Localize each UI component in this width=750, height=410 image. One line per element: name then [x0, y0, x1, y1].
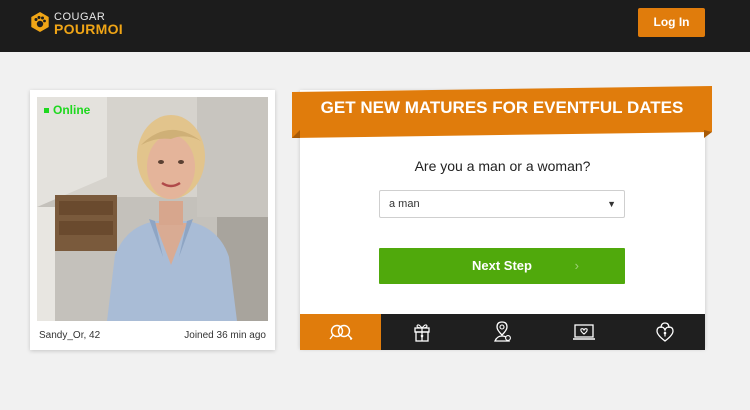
top-navigation-bar: COUGAR POURMOI Log In: [0, 0, 750, 52]
tab-couple[interactable]: [300, 314, 381, 350]
tab-heart-lock[interactable]: [624, 314, 705, 350]
online-status-label: Online: [53, 103, 91, 117]
tab-profile-location[interactable]: [462, 314, 543, 350]
chevron-right-icon: ›: [574, 258, 579, 273]
site-logo[interactable]: COUGAR POURMOI: [30, 10, 150, 40]
logo-text-bottom: POURMOI: [54, 21, 123, 37]
dropdown-caret-icon: ▼: [607, 199, 616, 209]
couple-icon: [328, 324, 352, 340]
profile-location-icon: [493, 321, 511, 342]
profile-joined: Joined 36 min ago: [184, 330, 266, 341]
banner-title: GET NEW MATURES FOR EVENTFUL DATES: [320, 98, 684, 117]
profile-card[interactable]: Online Sandy_Or, 42 Joined 36 min ago: [30, 90, 275, 350]
gender-question: Are you a man or a woman?: [414, 158, 591, 174]
next-step-label: Next Step: [472, 258, 532, 273]
login-button[interactable]: Log In: [638, 8, 705, 37]
heart-lock-icon: [655, 322, 674, 342]
next-step-button[interactable]: Next Step ›: [379, 248, 625, 284]
online-dot-icon: [44, 108, 49, 114]
paw-logo-icon: [31, 12, 49, 32]
profile-photo-image: [37, 97, 268, 321]
laptop-heart-icon: [572, 324, 595, 340]
gift-icon: [413, 324, 430, 342]
online-status: Online: [44, 103, 90, 117]
gender-select[interactable]: a man ▼: [379, 190, 625, 218]
profile-name: Sandy_Or, 42: [39, 330, 101, 341]
gender-select-value: a man: [389, 198, 420, 210]
tab-gift[interactable]: [381, 314, 462, 350]
tab-laptop-heart[interactable]: [543, 314, 624, 350]
profile-photo[interactable]: Online: [37, 97, 268, 321]
feature-tabs: [300, 314, 705, 350]
